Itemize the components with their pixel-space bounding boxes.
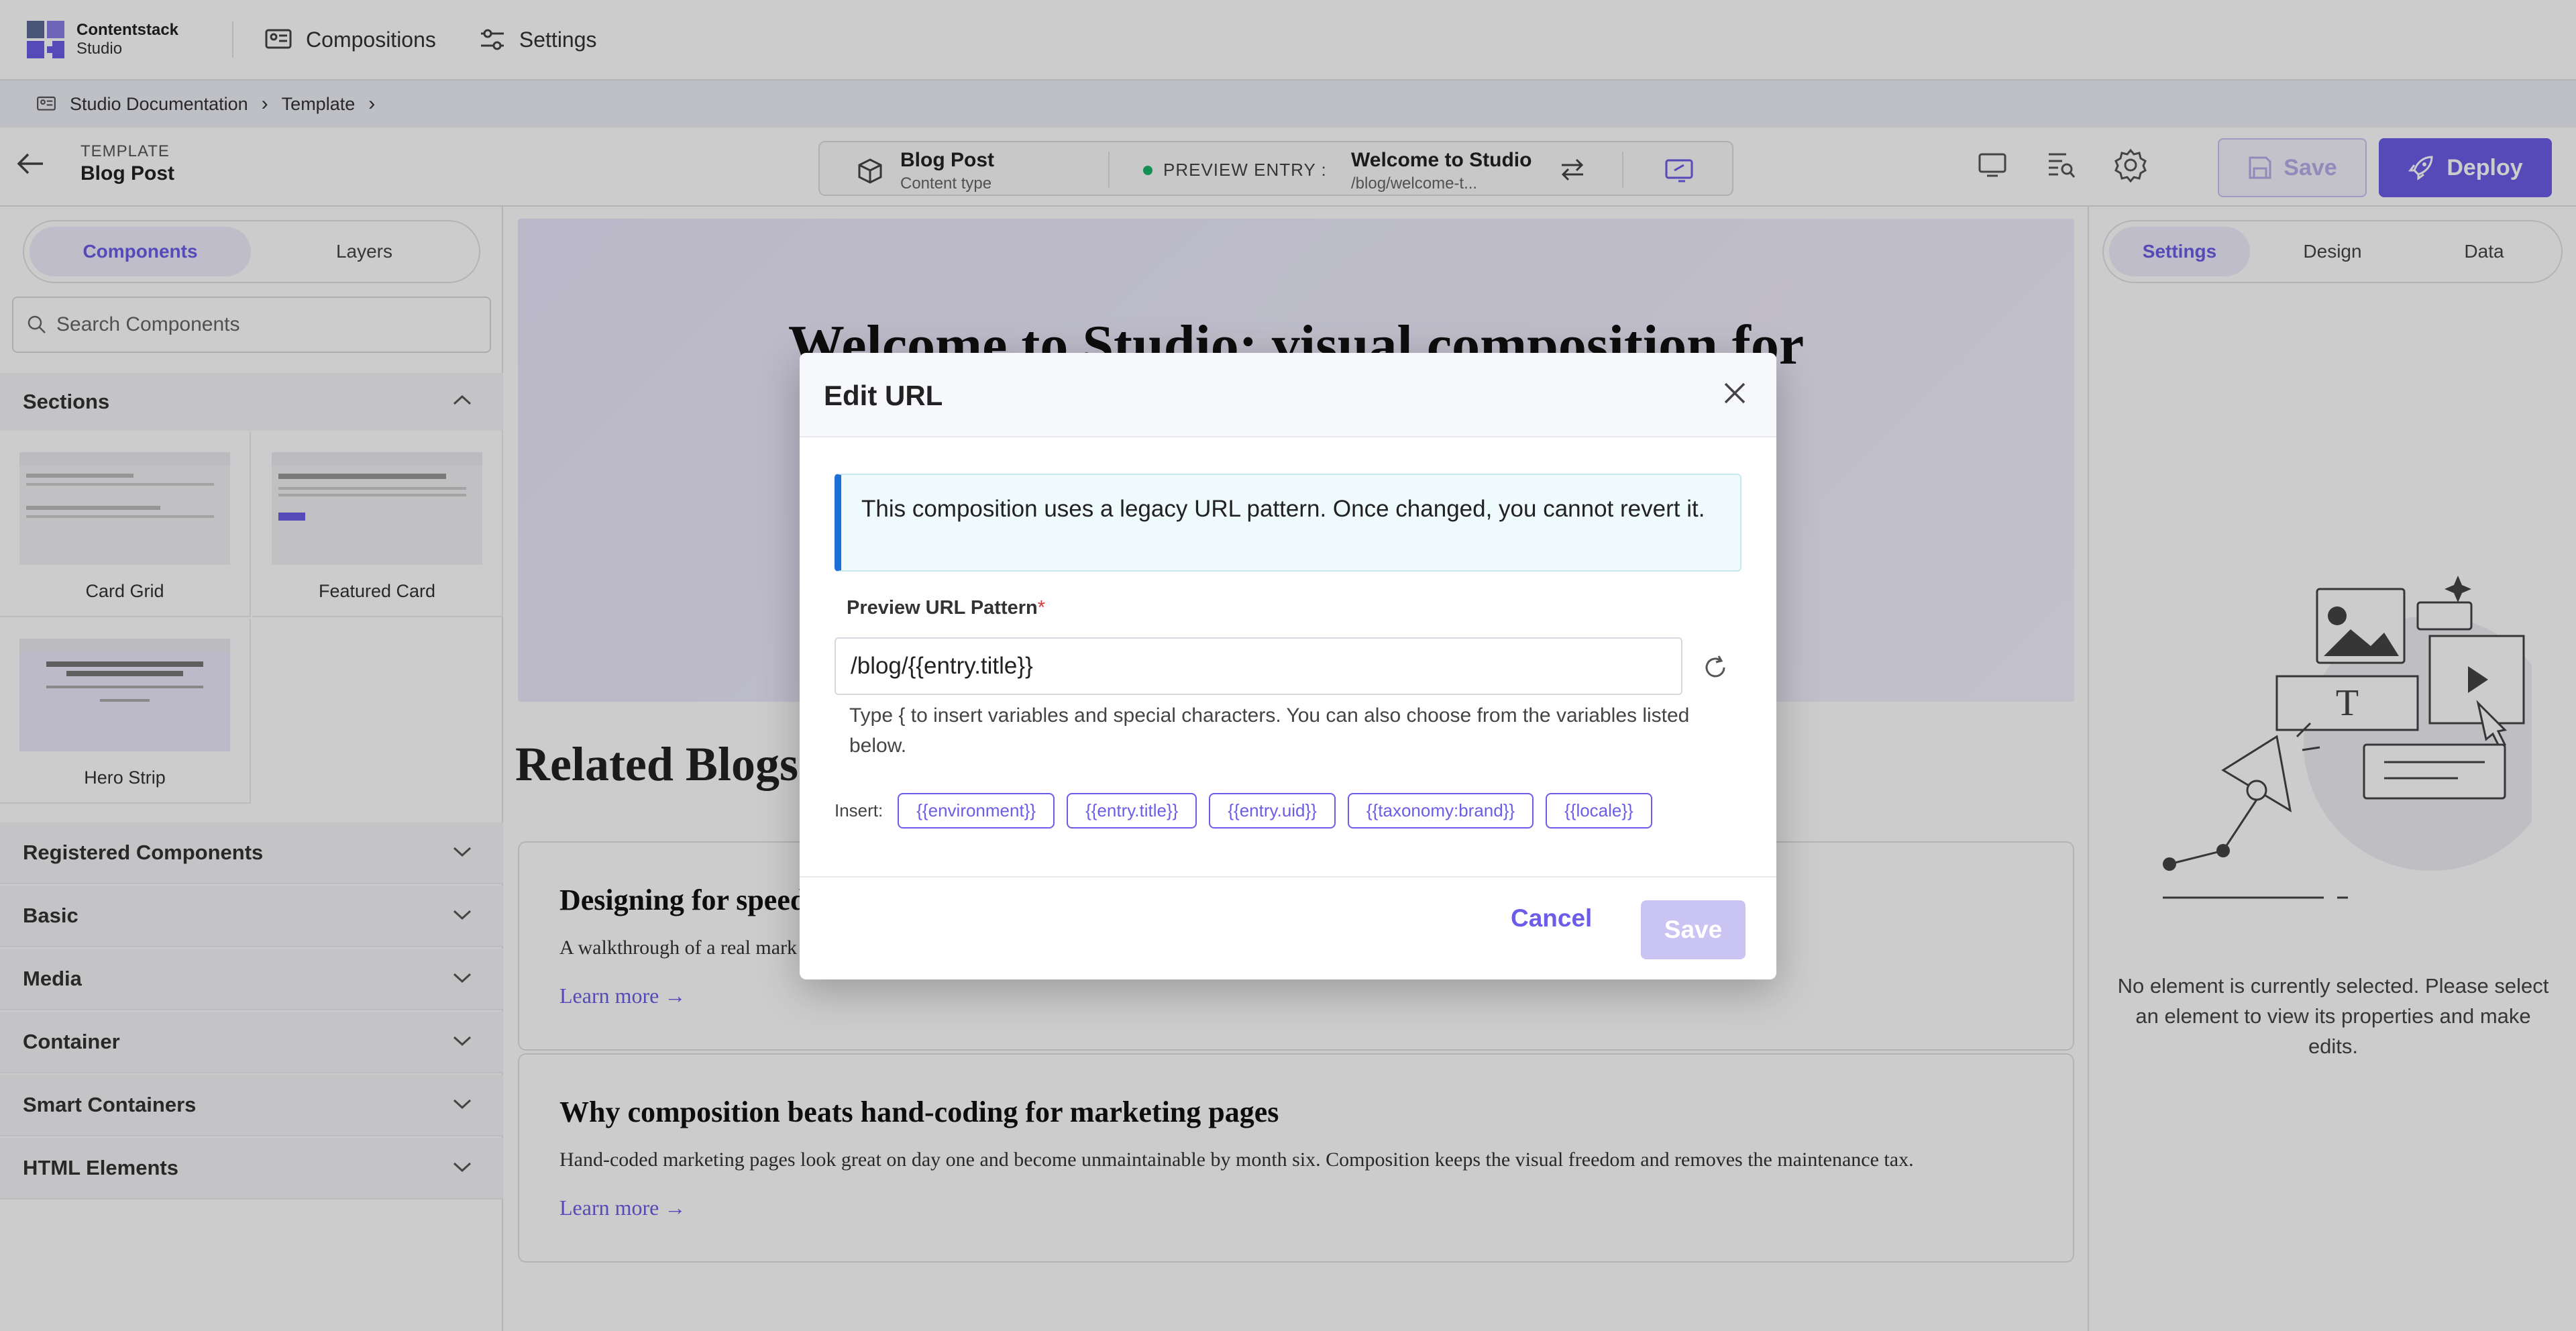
legacy-url-notice: This composition uses a legacy URL patte…	[835, 474, 1741, 572]
reset-icon[interactable]	[1701, 653, 1729, 682]
close-icon[interactable]	[1720, 378, 1750, 408]
url-pattern-hint: Type { to insert variables and special c…	[849, 704, 1690, 757]
insert-label: Insert:	[835, 800, 883, 820]
url-pattern-label: Preview URL Pattern*	[847, 597, 1045, 619]
dialog-title: Edit URL	[824, 380, 943, 411]
variable-chip-entry-title[interactable]: {{entry.title}}	[1067, 793, 1197, 829]
edit-url-dialog: Edit URL This composition uses a legacy …	[800, 353, 1776, 979]
url-pattern-input[interactable]	[835, 637, 1682, 695]
variable-chip-locale[interactable]: {{locale}}	[1546, 793, 1652, 829]
variable-chip-entry-uid[interactable]: {{entry.uid}}	[1209, 793, 1336, 829]
required-marker: *	[1037, 597, 1046, 619]
insert-variables-row: Insert: {{environment}} {{entry.title}} …	[835, 793, 1664, 829]
variable-chip-taxonomy-brand[interactable]: {{taxonomy:brand}}	[1347, 793, 1534, 829]
variable-chip-environment[interactable]: {{environment}}	[898, 793, 1055, 829]
dialog-header: Edit URL	[800, 353, 1776, 437]
url-pattern-label-text: Preview URL Pattern	[847, 597, 1038, 619]
dialog-save-button[interactable]: Save	[1641, 900, 1746, 959]
dialog-footer-divider	[800, 876, 1776, 877]
cancel-button[interactable]: Cancel	[1511, 904, 1592, 933]
